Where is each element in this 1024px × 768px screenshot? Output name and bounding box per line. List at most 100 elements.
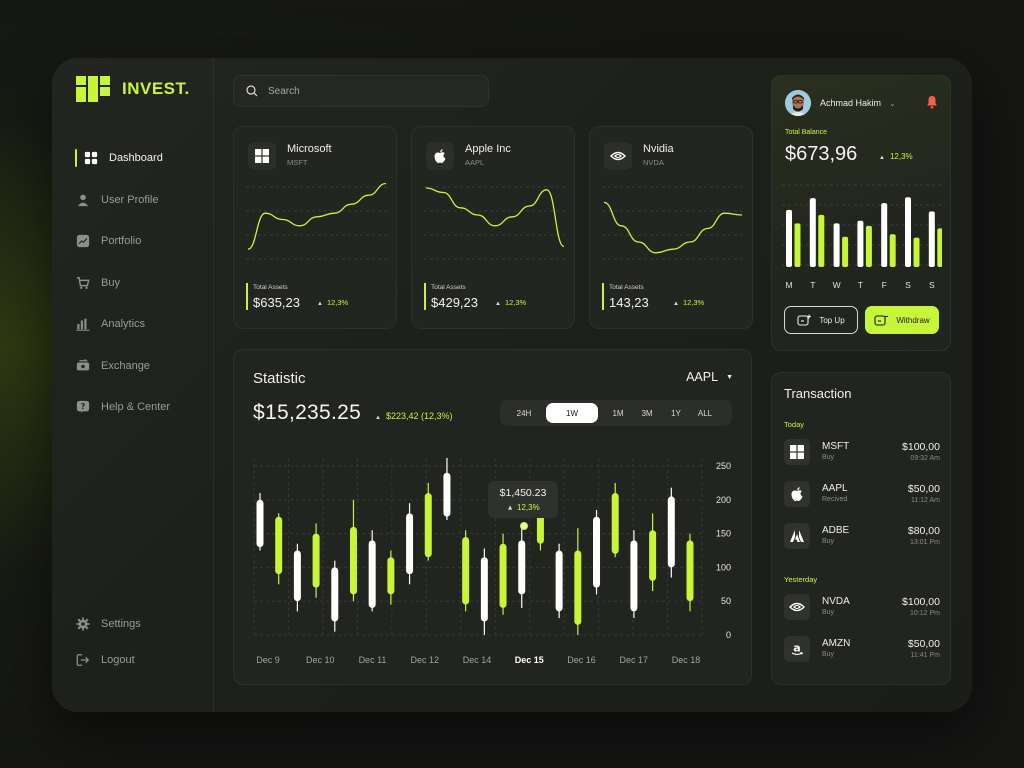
candle-body[interactable]	[480, 557, 488, 622]
user-menu[interactable]: Achmad Hakim ⌄	[820, 98, 895, 108]
gear-icon	[76, 617, 90, 631]
apple-logo-icon-wrap	[426, 142, 454, 170]
total-assets-value: $635,23	[253, 295, 300, 310]
transaction-group-label: Today	[784, 420, 805, 429]
transaction-time: 13:01 Pm	[910, 539, 940, 546]
search-input[interactable]	[268, 85, 468, 97]
transaction-row[interactable]: MSFT Buy $100,00 09:32 Am	[784, 437, 940, 467]
candle-body[interactable]	[611, 493, 619, 554]
candle-body[interactable]	[312, 533, 320, 588]
transaction-amount: $50,00	[907, 638, 940, 650]
x-tick-label: Dec 12	[410, 655, 439, 665]
candle-body[interactable]	[574, 550, 582, 625]
total-assets-label: Total Assets	[431, 284, 466, 291]
search-bar[interactable]	[233, 75, 489, 107]
avatar[interactable]	[785, 90, 811, 116]
total-assets-change: ▲ 12,3%	[673, 298, 704, 307]
stock-card-aapl[interactable]: Apple Inc AAPL Total Assets $429,23 ▲ 12,3%	[411, 126, 575, 329]
apple-logo-icon	[791, 487, 803, 501]
candle-body[interactable]	[649, 530, 657, 581]
transaction-type: Buy	[822, 538, 835, 545]
candle-body[interactable]	[331, 567, 339, 622]
transaction-panel: Transaction Today MSFT Buy $100,00 09:32 Am A…	[771, 372, 951, 685]
sidebar-item-analytics[interactable]: Analytics	[76, 314, 206, 334]
brand[interactable]: INVEST.	[76, 76, 190, 102]
candle-body[interactable]	[387, 557, 395, 595]
sidebar-item-label: Settings	[101, 618, 141, 630]
sidebar-item-dashboard[interactable]: Dashboard	[75, 148, 206, 168]
transaction-row[interactable]: AAPL Recived $50,00 11:12 Am	[784, 479, 940, 509]
sidebar-item-label: Help & Center	[101, 401, 171, 413]
sidebar-item-buy[interactable]: Buy	[76, 273, 206, 293]
sidebar-item-label: Analytics	[101, 318, 146, 330]
candle-body[interactable]	[275, 516, 283, 575]
bell-icon[interactable]	[926, 95, 938, 109]
transaction-time: 10:12 Pm	[910, 610, 940, 617]
help-icon-wrap: ?	[76, 400, 90, 414]
sidebar-item-help-center[interactable]: ? Help & Center	[76, 397, 206, 417]
sidebar-item-exchange[interactable]: Exchange	[76, 356, 206, 376]
candle-body[interactable]	[406, 513, 414, 575]
x-tick-label: Dec 17	[619, 655, 648, 665]
candle-body[interactable]	[593, 516, 601, 588]
sidebar-item-logout[interactable]: Logout	[76, 650, 141, 670]
brand-logo-icon	[76, 76, 110, 102]
total-balance-label: Total Balance	[785, 129, 828, 136]
bar-white	[857, 220, 864, 267]
bar-lime	[842, 236, 849, 267]
x-tick-label: Dec 10	[306, 655, 335, 665]
transaction-row[interactable]: NVDA Buy $100,00 10:12 Pm	[784, 592, 940, 622]
total-balance-change-text: 12,3%	[889, 152, 913, 161]
candle-body[interactable]	[443, 472, 451, 517]
candle-body[interactable]	[368, 540, 376, 608]
total-assets-change: ▲ 12,3%	[495, 298, 526, 307]
y-tick-label: 200	[716, 495, 731, 505]
weekly-balance-chart: MTWTFSS	[782, 184, 942, 290]
candle-body[interactable]	[424, 493, 432, 558]
bar-white	[833, 223, 840, 267]
sidebar-item-portfolio[interactable]: Portfolio	[76, 231, 206, 251]
sidebar-nav-bottom: Settings Logout	[76, 614, 141, 686]
accent-bar	[602, 283, 604, 310]
candle-body[interactable]	[499, 543, 507, 608]
candle-body[interactable]	[630, 540, 638, 612]
day-label: M	[785, 280, 792, 290]
bar-white	[786, 209, 792, 267]
stock-card-msft[interactable]: Microsoft MSFT Total Assets $635,23 ▲ 12,3%	[233, 126, 397, 329]
top-up-button[interactable]: Top Up	[784, 306, 858, 334]
nvidia-logo-icon	[789, 602, 805, 612]
change-text: 12,3%	[504, 298, 527, 307]
amazon-logo-icon: a	[791, 642, 803, 656]
candle-body[interactable]	[293, 550, 301, 602]
candle-body[interactable]	[686, 540, 694, 602]
svg-text:a: a	[793, 642, 800, 655]
withdraw-button[interactable]: Withdraw	[865, 306, 939, 334]
transaction-row[interactable]: a AMZN Buy $50,00 11:41 Pm	[784, 634, 940, 664]
stock-card-nvda[interactable]: Nvidia NVDA Total Assets 143,23 ▲ 12,3%	[589, 126, 753, 329]
analytics-icon-wrap	[76, 317, 90, 331]
candle-body[interactable]	[518, 540, 526, 595]
candle-body[interactable]	[256, 499, 264, 548]
candle-body[interactable]	[555, 550, 563, 612]
stock-trend-chart	[424, 186, 566, 260]
candle-body[interactable]	[349, 526, 357, 595]
cart-icon	[76, 276, 90, 289]
sidebar-item-user-profile[interactable]: User Profile	[76, 190, 206, 210]
triangle-up-icon: ▲	[673, 301, 679, 307]
transaction-row[interactable]: ADBE Buy $80,00 13:01 Pm	[784, 521, 940, 551]
statistic-panel: Statistic AAPL ▼ $15,235.25 ▲ $223,42 (12…	[233, 349, 752, 685]
dashboard-icon-wrap	[84, 151, 98, 165]
transaction-group-label: Yesterday	[784, 575, 818, 584]
sidebar-item-settings[interactable]: Settings	[76, 614, 141, 634]
change-text: 12,3%	[682, 298, 705, 307]
stock-trend-chart	[602, 186, 744, 260]
candle-body[interactable]	[462, 536, 470, 605]
sidebar-item-label: Exchange	[101, 359, 150, 372]
stock-trend-chart	[246, 182, 388, 260]
portfolio-icon-wrap	[76, 234, 90, 248]
candle-body[interactable]	[667, 496, 675, 568]
day-label: F	[882, 280, 887, 290]
adobe-logo-icon-wrap	[784, 523, 810, 549]
total-balance-value: $673,96	[785, 143, 858, 165]
avatar-image	[785, 90, 811, 116]
